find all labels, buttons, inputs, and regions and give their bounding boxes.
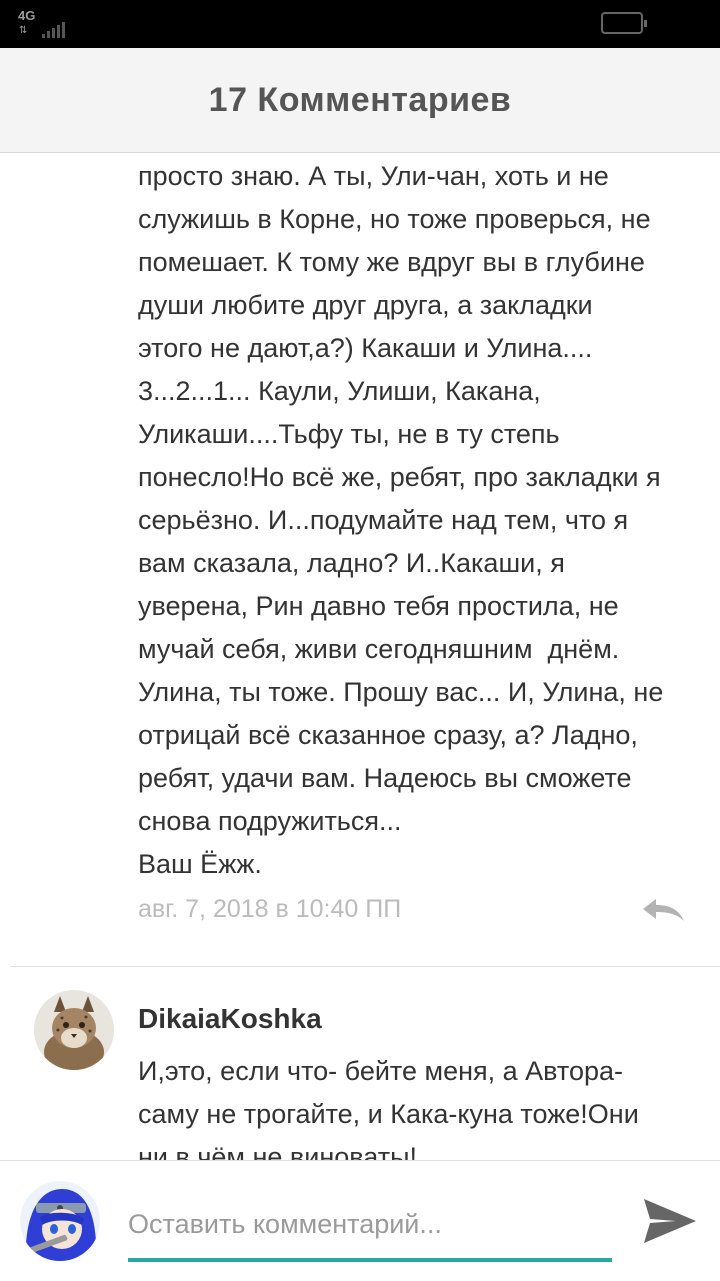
comment-author[interactable]: DikaiaKoshka [138,1003,322,1035]
input-underline [128,1258,612,1262]
reply-icon[interactable] [640,895,686,925]
send-icon[interactable] [640,1191,700,1251]
comment-composer [0,1160,720,1281]
page-title: 17 Комментариев [208,80,512,119]
network-type-label: 4G [18,8,36,23]
data-activity-icon: ⇅ [19,25,28,36]
comment-divider [10,966,720,967]
status-bar: 4G ⇅ [0,0,720,48]
signal-strength-icon [42,20,65,38]
battery-icon [601,12,647,34]
comment-input[interactable] [128,1199,612,1249]
comment-text: И,это, если что- бейте меня, а Автора- с… [138,1056,639,1160]
comments-list[interactable]: просто знаю. А ты, Ули-чан, хоть и не сл… [0,153,720,1160]
comment-date: авг. 7, 2018 в 10:40 ПП [138,895,402,923]
comment-text: просто знаю. А ты, Ули-чан, хоть и не сл… [138,161,664,879]
comments-header: 17 Комментариев [0,48,720,153]
user-avatar[interactable] [20,1181,100,1261]
lynx-avatar[interactable] [34,990,114,1070]
